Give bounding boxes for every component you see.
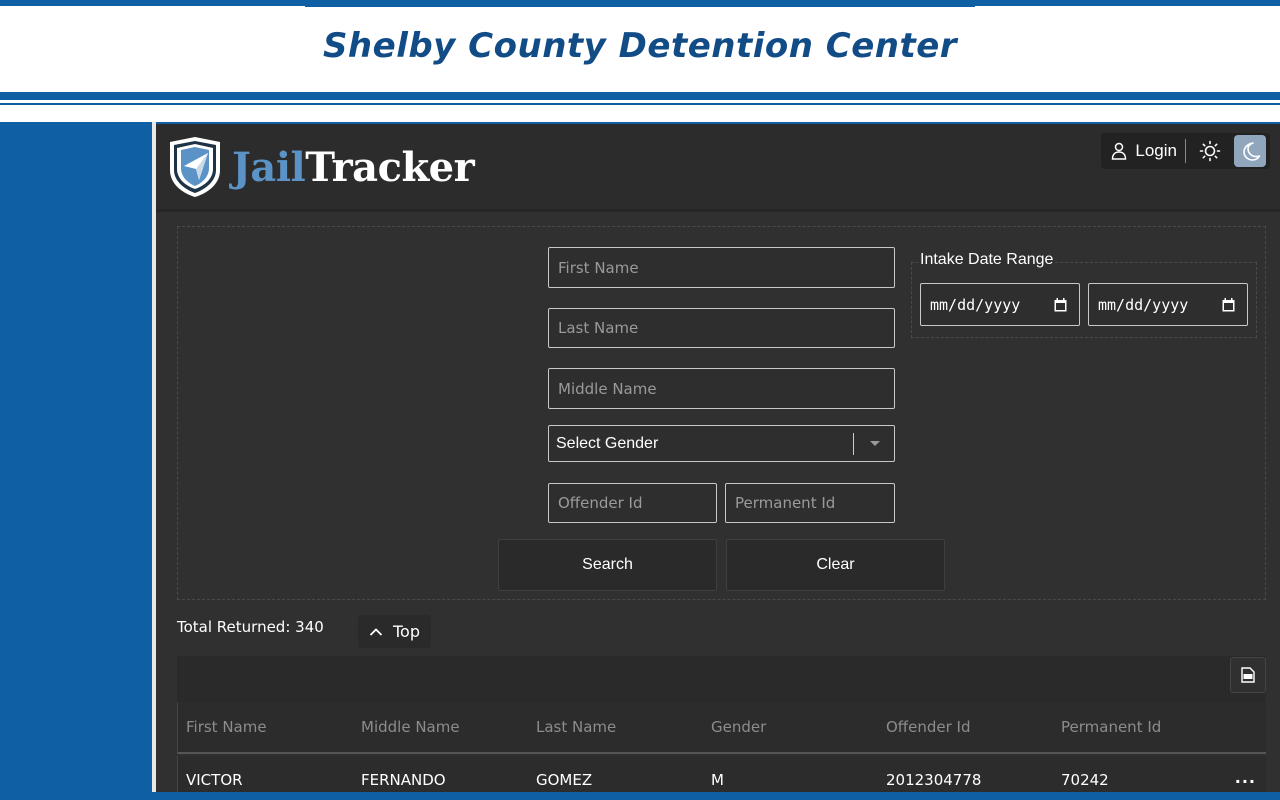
gender-select[interactable]: Select Gender — [548, 425, 895, 462]
clear-button[interactable]: Clear — [726, 539, 945, 591]
sun-icon — [1199, 140, 1221, 162]
pdf-icon — [1241, 667, 1255, 683]
table-row[interactable]: VICTOR FERNANDO GOMEZ M 2012304778 70242… — [177, 756, 1266, 794]
banner-top-stripe-center — [305, 0, 975, 7]
login-button[interactable]: Login — [1111, 139, 1186, 163]
dark-mode-button[interactable] — [1234, 135, 1266, 167]
jailtracker-app: JailTracker Login First Name Last Name M… — [156, 122, 1280, 794]
chevron-down-icon — [870, 441, 880, 446]
date-from-value: mm/dd/yyyy — [930, 295, 1021, 314]
intake-date-to-input[interactable]: mm/dd/yyyy — [1088, 283, 1248, 326]
first-name-input[interactable]: First Name — [548, 247, 895, 288]
banner-top-stripe-right — [975, 0, 1280, 6]
column-header-offender-id[interactable]: Offender Id — [886, 718, 971, 736]
offender-id-input[interactable]: Offender Id — [548, 483, 717, 523]
export-pdf-button[interactable] — [1230, 657, 1266, 693]
logo-text-jail: Jail — [232, 143, 306, 191]
county-banner: Shelby County Detention Center — [0, 0, 1280, 122]
intake-date-range-legend: Intake Date Range — [918, 249, 1056, 271]
calendar-icon[interactable] — [1222, 298, 1235, 312]
last-name-input[interactable]: Last Name — [548, 308, 895, 348]
column-header-first-name[interactable]: First Name — [186, 718, 267, 736]
app-header: JailTracker Login — [156, 124, 1280, 212]
permanent-id-input[interactable]: Permanent Id — [725, 483, 895, 523]
results-table-header: First Name Middle Name Last Name Gender … — [177, 702, 1266, 754]
login-label: Login — [1135, 141, 1177, 160]
bottom-band — [152, 792, 1280, 800]
column-header-middle-name[interactable]: Middle Name — [361, 718, 460, 736]
column-header-gender[interactable]: Gender — [711, 718, 766, 736]
cell-last-name: GOMEZ — [536, 771, 593, 789]
cell-middle-name: FERNANDO — [361, 771, 446, 789]
total-returned: Total Returned: 340 — [177, 618, 324, 636]
search-form: First Name Last Name Middle Name Select … — [177, 226, 1266, 600]
middle-name-input[interactable]: Middle Name — [548, 368, 895, 409]
cell-first-name: VICTOR — [186, 771, 243, 789]
light-mode-button[interactable] — [1194, 135, 1226, 167]
left-sidebar-band — [0, 122, 152, 800]
jailtracker-logo[interactable]: JailTracker — [166, 136, 475, 198]
logo-text-tracker: Tracker — [305, 143, 475, 191]
cell-permanent-id: 70242 — [1061, 771, 1109, 789]
search-panel: First Name Last Name Middle Name Select … — [162, 216, 1276, 604]
column-header-permanent-id[interactable]: Permanent Id — [1061, 718, 1161, 736]
intake-date-from-input[interactable]: mm/dd/yyyy — [920, 283, 1080, 326]
calendar-icon[interactable] — [1054, 298, 1067, 312]
table-toolbar — [177, 656, 1266, 702]
banner-top-stripe-left — [0, 0, 305, 6]
search-button[interactable]: Search — [498, 539, 717, 591]
row-actions-menu[interactable]: ... — [1235, 768, 1256, 787]
select-separator — [853, 433, 854, 455]
logo-wordmark: JailTracker — [232, 143, 475, 191]
banner-divider-thin — [0, 103, 1280, 105]
top-label: Top — [393, 622, 420, 641]
user-icon — [1112, 142, 1127, 160]
banner-title: Shelby County Detention Center — [322, 26, 958, 66]
banner-divider — [0, 92, 1280, 100]
cell-offender-id: 2012304778 — [886, 771, 982, 789]
moon-icon — [1243, 142, 1261, 161]
column-header-last-name[interactable]: Last Name — [536, 718, 616, 736]
cell-gender: M — [711, 771, 724, 789]
top-nav: Login — [1101, 133, 1270, 169]
gender-select-value: Select Gender — [556, 434, 659, 452]
chevron-up-icon — [369, 627, 383, 636]
scroll-top-button[interactable]: Top — [358, 615, 431, 648]
shield-logo-icon — [170, 137, 220, 197]
date-to-value: mm/dd/yyyy — [1098, 295, 1189, 314]
